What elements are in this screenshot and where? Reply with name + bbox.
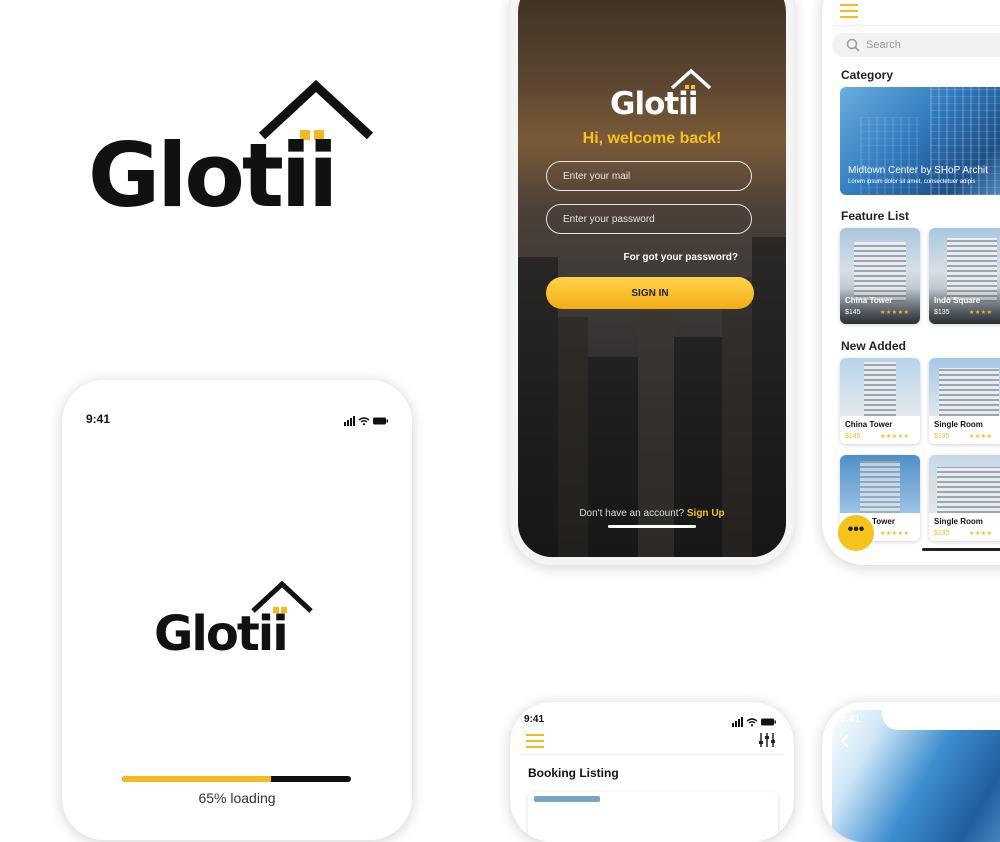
forgot-password-link[interactable]: For got your password?: [518, 252, 738, 263]
signal-wifi-battery-icon: [732, 717, 776, 727]
card-name: Single Room: [934, 517, 983, 526]
home-indicator: [922, 548, 1000, 551]
status-time: 9:41: [86, 412, 111, 426]
header-divider: [520, 754, 784, 755]
new-card[interactable]: Single Room $135 ★★★★: [929, 358, 1000, 444]
status-icons: [732, 714, 776, 732]
category-card[interactable]: Midtown Center by SHoP Archit Lorem ipsu…: [840, 87, 1000, 195]
progress-fill: [122, 776, 271, 782]
feature-list-title: Feature List: [841, 209, 910, 223]
card-name: China Tower: [845, 420, 893, 429]
brand-wordmark: Glotii: [88, 124, 338, 227]
tower-image: [860, 461, 900, 513]
login-wordmark: Glotii: [610, 86, 698, 122]
menu-icon[interactable]: [840, 4, 858, 22]
brand-logo: Glotii: [88, 80, 388, 220]
card-overlay: [929, 288, 1000, 324]
search-icon: [846, 38, 860, 52]
card-overlay: [840, 288, 920, 324]
filter-icon[interactable]: [758, 732, 776, 748]
skyline-building: [558, 317, 588, 557]
card-name: Tower: [872, 517, 895, 526]
skyline-building: [674, 337, 722, 557]
email-field[interactable]: [546, 161, 752, 191]
splash-wordmark: Glotii: [154, 606, 289, 662]
booking-phone: 9:41 Booking Listing: [510, 702, 794, 842]
new-card[interactable]: Single Room $135 ★★★★: [929, 455, 1000, 541]
loading-text: 65% loading: [198, 790, 276, 806]
home-indicator: [608, 525, 696, 528]
card-name: China Tower: [845, 296, 893, 305]
status-time: 9:41: [840, 714, 861, 725]
back-chevron-icon[interactable]: [840, 734, 850, 748]
card-name: Single Room: [934, 420, 983, 429]
card-stars: ★★★★: [969, 531, 993, 537]
booking-listing-title: Booking Listing: [528, 766, 619, 780]
new-card[interactable]: China Tower $145 ★★★★★: [840, 358, 920, 444]
card-price: $135: [934, 309, 950, 316]
phone-notch: [882, 702, 1000, 730]
no-account-text: Don't have an account? Sign Up: [518, 508, 786, 519]
category-card-subtitle: Lorem ipsum dolor sit amet, consectetuer…: [848, 179, 976, 185]
card-stars: ★★★★★: [880, 531, 910, 537]
login-phone: Glotii Hi, welcome back! For got your pa…: [510, 0, 794, 565]
card-price: $135: [934, 530, 950, 537]
loading-progress-bar: [122, 776, 351, 782]
menu-icon[interactable]: [526, 734, 544, 752]
status-time: 9:41: [524, 714, 545, 725]
login-logo: Glotii: [610, 68, 720, 128]
detail-phone: 9:41: [822, 702, 1000, 842]
home-phone: Search Category Midtown Center by SHoP A…: [822, 0, 1000, 565]
login-screen: Glotii Hi, welcome back! For got your pa…: [518, 0, 786, 557]
card-price: $135: [934, 433, 950, 440]
password-field[interactable]: [546, 204, 752, 234]
header-divider: [832, 25, 1000, 26]
tower-image: [939, 368, 999, 416]
more-fab-button[interactable]: •••: [838, 515, 874, 551]
sign-in-button[interactable]: SIGN IN: [546, 277, 754, 309]
no-account-label: Don't have an account?: [579, 508, 685, 519]
sign-up-link[interactable]: Sign Up: [687, 508, 725, 519]
card-stars: ★★★★★: [880, 310, 910, 316]
booking-card-image: [534, 796, 600, 802]
card-stars: ★★★★: [969, 434, 993, 440]
card-stars: ★★★★★: [880, 434, 910, 440]
category-title: Category: [841, 68, 894, 82]
tower-image: [937, 467, 1000, 513]
card-stars: ★★★★: [969, 310, 993, 316]
category-card-title: Midtown Center by SHoP Archit: [848, 165, 988, 176]
card-name: Indo Square: [934, 296, 981, 305]
splash-phone: 9:41 Glotii 65% loading: [62, 380, 412, 840]
welcome-heading: Hi, welcome back!: [582, 130, 722, 147]
card-price: $145: [845, 433, 861, 440]
card-price: $145: [845, 309, 861, 316]
signal-wifi-battery-icon: [344, 416, 388, 426]
new-added-title: New Added: [841, 339, 906, 353]
feature-card[interactable]: China Tower $145 ★★★★★: [840, 228, 920, 324]
tower-image: [864, 362, 896, 416]
feature-card[interactable]: Indo Square $135 ★★★★: [929, 228, 1000, 324]
status-icons: [344, 413, 388, 431]
splash-logo: Glotii: [154, 580, 324, 660]
